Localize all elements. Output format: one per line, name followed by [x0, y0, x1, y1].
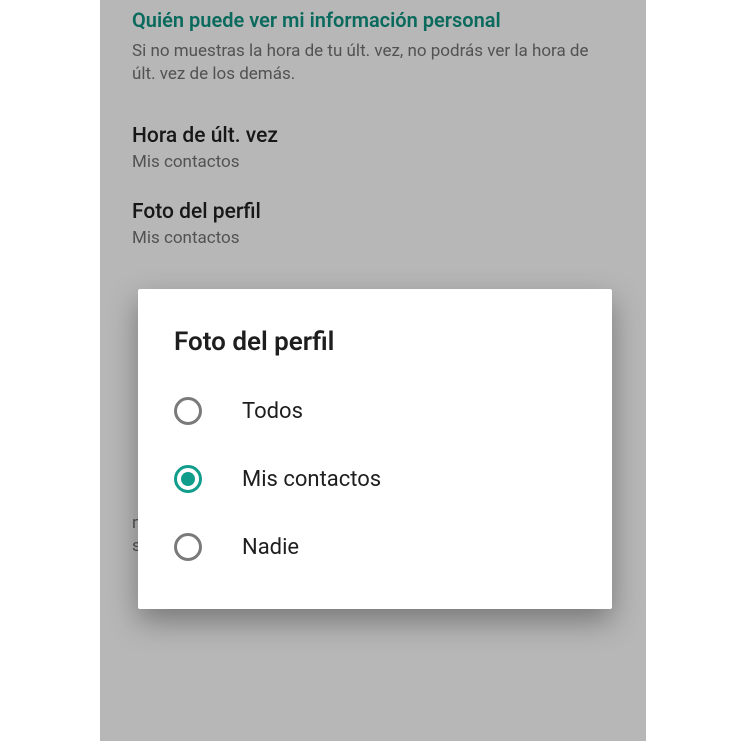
radio-icon-selected: [174, 465, 202, 493]
option-nobody[interactable]: Nadie: [138, 513, 612, 581]
radio-icon: [174, 397, 202, 425]
option-everyone[interactable]: Todos: [138, 377, 612, 445]
dialog-title: Foto del perfil: [138, 317, 612, 377]
option-label: Todos: [242, 399, 303, 424]
radio-icon: [174, 533, 202, 561]
profile-photo-dialog: Foto del perfil Todos Mis contactos Nadi…: [138, 289, 612, 609]
option-label: Mis contactos: [242, 467, 381, 492]
option-label: Nadie: [242, 535, 299, 560]
option-my-contacts[interactable]: Mis contactos: [138, 445, 612, 513]
